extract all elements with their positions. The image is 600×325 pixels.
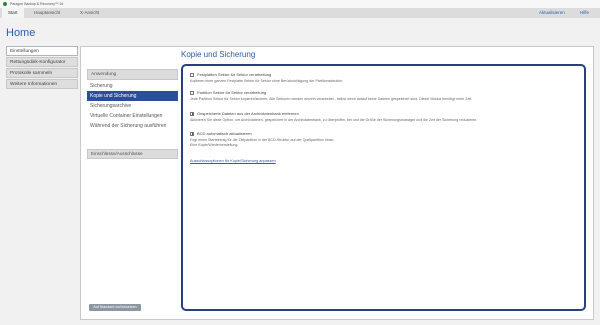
option-label: Gespeicherte Dateien aus der Archivdaten… xyxy=(197,111,299,116)
option-description: Fügt einen Starteintrag für die Zielpart… xyxy=(190,138,335,147)
option-label: BCD automatisch aktualisieren xyxy=(197,131,252,136)
refresh-link[interactable]: Aktualisieren xyxy=(539,8,565,18)
settings-box: Festplatten Sektor für Sektor verarbeitu… xyxy=(181,64,586,311)
subnav-item-waehrend-sicherung[interactable]: Während der Sicherung ausführen xyxy=(87,121,178,131)
help-link[interactable]: Hilfe xyxy=(580,8,589,18)
window-title: Paragon Backup & Recovery™ 16 xyxy=(10,2,64,6)
subnav-item-virtuelle-container[interactable]: Virtuelle Container Einstellungen xyxy=(87,111,178,121)
subnav-header-einschluesse[interactable]: Einschlüsse/Ausschlüsse xyxy=(87,149,178,159)
option-label: Partition Sektor für Sektor verarbeitung xyxy=(197,90,267,95)
checkbox-remove-archived[interactable] xyxy=(190,111,194,116)
option-bcd-update[interactable]: BCD automatisch aktualisieren xyxy=(190,131,252,136)
section-title: Kopie und Sicherung xyxy=(181,50,256,59)
subnav-item-sicherungsarchive[interactable]: Sicherungsarchive xyxy=(87,101,178,111)
nav-item-protokolle[interactable]: Protokolle sammeln xyxy=(6,68,78,78)
option-description: Kopieren einer ganzen Festplatte Sektor … xyxy=(190,79,344,83)
nav-item-rettungsdisk[interactable]: Rettungsdisk-Konfigurator xyxy=(6,57,78,67)
option-label: Festplatten Sektor für Sektor verarbeitu… xyxy=(197,72,272,77)
nav-item-weitere-informationen[interactable]: Weitere Informationen xyxy=(6,79,78,89)
nav-item-einstellungen[interactable]: Einstellungen xyxy=(6,46,78,56)
subnav-list: Sicherung Kopie und Sicherung Sicherungs… xyxy=(87,81,178,173)
tab-start[interactable]: Start xyxy=(2,8,24,18)
reset-defaults-button[interactable]: Auf Standard zurücksetzen xyxy=(89,304,141,311)
top-tab-bar: Start Hauptansicht X-Ansicht Aktualisier… xyxy=(0,8,600,18)
option-description: Jede Partition Sektor für Sektor kopiere… xyxy=(190,97,473,101)
option-partition-sector[interactable]: Partition Sektor für Sektor verarbeitung xyxy=(190,90,266,95)
page-title: Home xyxy=(6,27,36,39)
option-disk-sector[interactable]: Festplatten Sektor für Sektor verarbeitu… xyxy=(190,72,271,77)
option-description: Aktivieren Sie diese Option, um Archivda… xyxy=(190,118,478,122)
main-panel: Kopie und Sicherung Anwendung Sicherung … xyxy=(80,46,594,320)
left-nav: Einstellungen Rettungsdisk-Konfigurator … xyxy=(6,46,78,90)
advanced-exclusion-link[interactable]: Ausschlussoptionen für Kopie/Sicherung a… xyxy=(190,159,276,163)
tab-x-ansicht[interactable]: X-Ansicht xyxy=(74,8,105,18)
subnav-header-anwendung[interactable]: Anwendung xyxy=(87,69,178,80)
option-remove-archived[interactable]: Gespeicherte Dateien aus der Archivdaten… xyxy=(190,111,299,116)
title-bar: Paragon Backup & Recovery™ 16 xyxy=(0,0,600,8)
checkbox-bcd-update[interactable] xyxy=(190,131,194,136)
app-logo-icon xyxy=(3,2,7,6)
subnav-item-sicherung[interactable]: Sicherung xyxy=(87,81,178,91)
subnav-item-kopie-und-sicherung[interactable]: Kopie und Sicherung xyxy=(87,91,178,101)
checkbox-partition-sector[interactable] xyxy=(190,90,194,95)
checkbox-disk-sector[interactable] xyxy=(190,72,194,77)
tab-hauptansicht[interactable]: Hauptansicht xyxy=(28,8,66,18)
